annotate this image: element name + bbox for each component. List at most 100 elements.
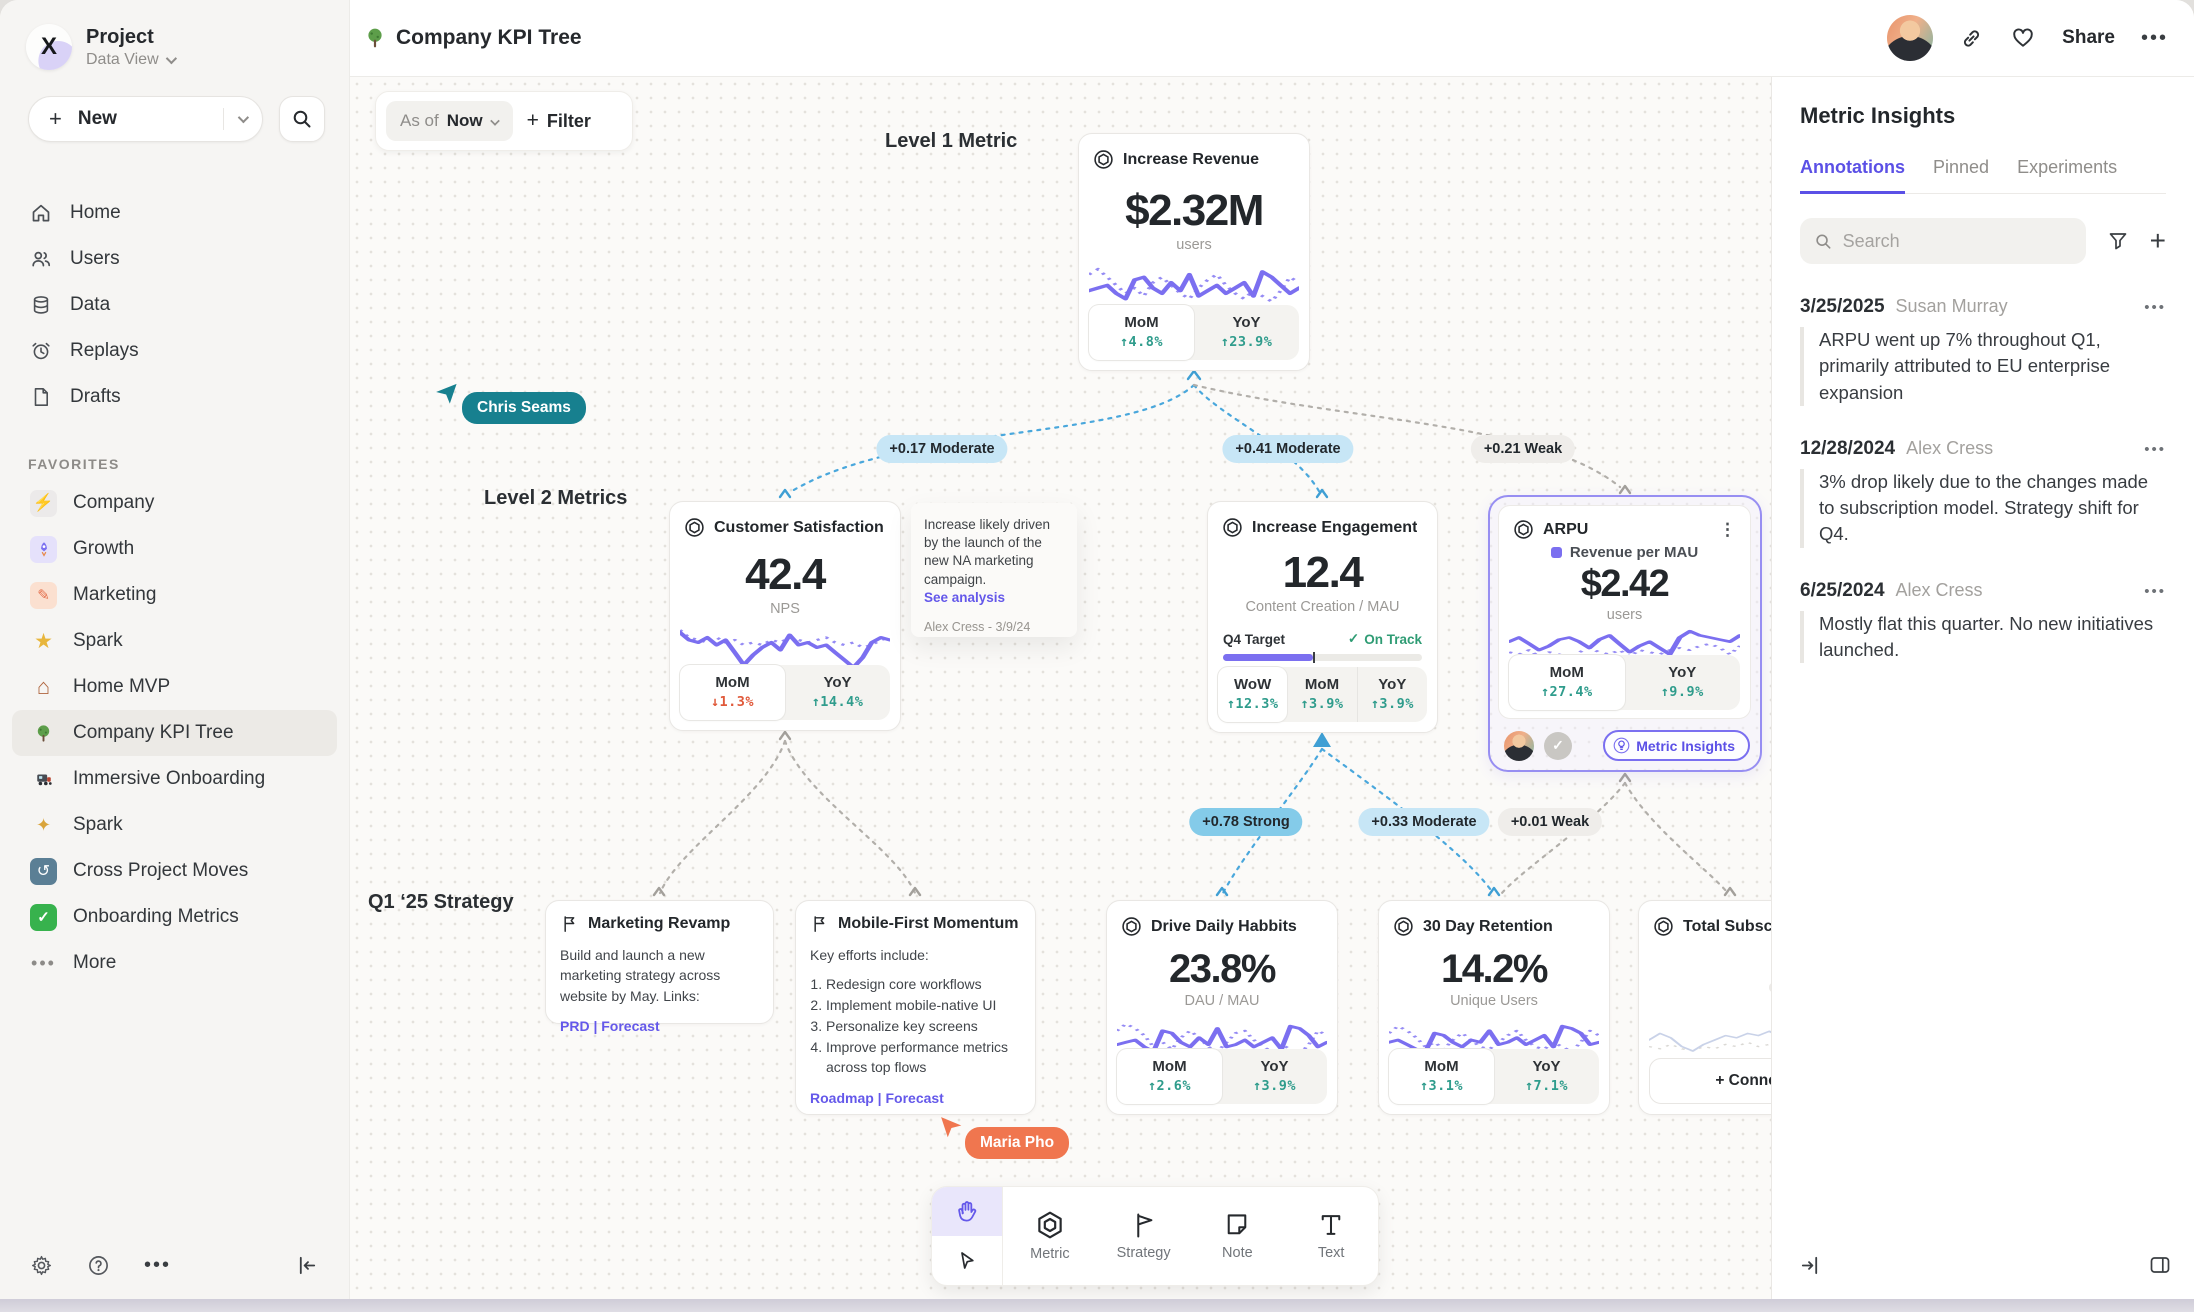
metric-card-customer-satisfaction[interactable]: Customer Satisfaction 42.4 NPS MoM↓1.3% … [669, 501, 901, 731]
annotation-item[interactable]: 12/28/2024 Alex Cress ••• 3% drop likely… [1800, 438, 2166, 548]
sidebar-item-data[interactable]: Data [12, 282, 337, 328]
canvas-annotation-note[interactable]: Increase likely driven by the launch of … [911, 503, 1077, 637]
sidebar-item-company-kpi-tree[interactable]: Company KPI Tree [12, 710, 337, 756]
collapse-sidebar-icon[interactable] [296, 1254, 319, 1277]
tab-annotations[interactable]: Annotations [1800, 157, 1905, 194]
note-icon [1223, 1211, 1251, 1239]
annotation-item[interactable]: 3/25/2025 Susan Murray ••• ARPU went up … [1800, 296, 2166, 406]
metric-insights-button[interactable]: Metric Insights [1603, 730, 1750, 761]
metric-card-drive-daily-habbits[interactable]: Drive Daily Habbits 23.8% DAU / MAU MoM↑… [1106, 900, 1338, 1115]
sidebar-item-onboarding-metrics[interactable]: ✓ Onboarding Metrics [12, 894, 337, 940]
chevron-down-icon[interactable] [238, 112, 249, 123]
metric-icon [1222, 517, 1243, 538]
search-input[interactable] [1843, 231, 2072, 252]
sidebar-item-more[interactable]: ••• More [12, 940, 337, 986]
metric-tool-button[interactable]: Metric [1003, 1187, 1097, 1285]
see-analysis-link[interactable]: See analysis [924, 590, 1064, 605]
metric-card-increase-revenue[interactable]: Increase Revenue $2.32M users MoM↑4.8% Y… [1078, 133, 1310, 371]
annotations-search[interactable] [1800, 218, 2086, 264]
annotations-list: 3/25/2025 Susan Murray ••• ARPU went up … [1800, 296, 2166, 663]
strategy-tool-button[interactable]: Strategy [1097, 1187, 1191, 1285]
add-annotation-icon[interactable]: + [2150, 227, 2166, 255]
new-button[interactable]: + New [28, 96, 263, 142]
sidebar-item-spark[interactable]: ★ Spark [12, 618, 337, 664]
metric-card-total-subscriptions[interactable]: Total Subscript + Connect [1638, 900, 1771, 1115]
text-tool-button[interactable]: Text [1284, 1187, 1378, 1285]
annotation-menu-icon[interactable]: ••• [2144, 583, 2166, 600]
stat-yoy[interactable]: YoY↑14.4% [785, 665, 890, 720]
annotation-menu-icon[interactable]: ••• [2144, 299, 2166, 316]
user-avatar[interactable] [1887, 15, 1933, 61]
sidebar-item-spark-2[interactable]: ✦ Spark [12, 802, 337, 848]
target-label: Q4 Target [1223, 632, 1285, 647]
metric-card-arpu-selected[interactable]: ARPU ⋮ Revenue per MAU $2.42 users MoM↑2… [1488, 495, 1762, 772]
tab-experiments[interactable]: Experiments [2017, 157, 2117, 193]
verified-check-icon: ✓ [1544, 732, 1572, 760]
select-tool-button[interactable] [932, 1236, 1002, 1285]
on-track-status: ✓On Track [1348, 631, 1422, 647]
tab-pinned[interactable]: Pinned [1933, 157, 1989, 193]
note-tool-button[interactable]: Note [1191, 1187, 1285, 1285]
help-icon[interactable] [87, 1254, 110, 1277]
metric-icon [1513, 519, 1534, 540]
more-options-icon[interactable]: ••• [144, 1254, 171, 1277]
sidebar-item-home[interactable]: Home [12, 190, 337, 236]
stat-mom[interactable]: MoM↑3.9% [1287, 667, 1356, 722]
roadmap-forecast-links[interactable]: Roadmap | Forecast [810, 1090, 1021, 1106]
stat-wow[interactable]: WoW↑12.3% [1218, 667, 1287, 722]
annotation-item[interactable]: 6/25/2024 Alex Cress ••• Mostly flat thi… [1800, 580, 2166, 664]
stat-mom[interactable]: MoM↑3.1% [1389, 1049, 1494, 1104]
stat-yoy[interactable]: YoY↑3.9% [1357, 667, 1427, 722]
stat-yoy[interactable]: YoY↑7.1% [1494, 1049, 1599, 1104]
sidebar-item-company[interactable]: ⚡ Company [12, 480, 337, 526]
sidebar-item-home-mvp[interactable]: ⌂ Home MVP [12, 664, 337, 710]
sidebar-item-drafts[interactable]: Drafts [12, 374, 337, 420]
metric-icon [1653, 916, 1674, 937]
edge-label-5: +0.33 Moderate [1358, 808, 1489, 836]
filter-funnel-icon[interactable] [2106, 229, 2130, 253]
connect-button[interactable]: + Connect [1649, 1058, 1771, 1104]
key-efforts-list: Redesign core workflows Implement mobile… [826, 975, 1021, 1077]
stat-mom[interactable]: MoM↑4.8% [1089, 305, 1194, 360]
flag-icon [560, 914, 579, 933]
prd-forecast-links[interactable]: PRD | Forecast [560, 1018, 759, 1034]
level1-label: Level 1 Metric [885, 130, 1017, 153]
stat-mom[interactable]: MoM↓1.3% [680, 665, 785, 720]
sidebar-item-immersive-onboarding[interactable]: Immersive Onboarding [12, 756, 337, 802]
hand-tool-button[interactable] [932, 1187, 1002, 1236]
favorite-heart-icon[interactable] [2010, 25, 2036, 51]
metric-card-30-day-retention[interactable]: 30 Day Retention 14.2% Unique Users MoM↑… [1378, 900, 1610, 1115]
kpi-tree-canvas[interactable]: As of Now + Filter Level 1 Metric Level … [350, 77, 1771, 1299]
workspace-selector[interactable]: Data View [86, 51, 174, 69]
stat-yoy[interactable]: YoY↑23.9% [1194, 305, 1299, 360]
star-icon: ★ [30, 628, 57, 655]
stat-mom[interactable]: MoM↑2.6% [1117, 1049, 1222, 1104]
sidebar-item-replays[interactable]: Replays [12, 328, 337, 374]
edge-label-2: +0.41 Moderate [1222, 435, 1353, 463]
strategy-card-marketing-revamp[interactable]: Marketing Revamp Build and launch a new … [545, 900, 774, 1024]
add-filter-button[interactable]: + Filter [527, 109, 591, 133]
stat-yoy[interactable]: YoY↑9.9% [1625, 655, 1741, 710]
annotation-menu-icon[interactable]: ••• [2144, 441, 2166, 458]
stat-yoy[interactable]: YoY↑3.9% [1222, 1049, 1327, 1104]
toggle-panel-icon[interactable] [2148, 1253, 2172, 1277]
text-icon [1317, 1211, 1345, 1239]
project-switcher[interactable]: X Project Data View [0, 0, 349, 70]
collapse-panel-icon[interactable] [1798, 1254, 1821, 1277]
sidebar-search-button[interactable] [279, 96, 325, 142]
settings-gear-icon[interactable] [30, 1254, 53, 1277]
as-of-dropdown[interactable]: As of Now [386, 101, 513, 141]
metric-card-increase-engagement[interactable]: Increase Engagement 12.4 Content Creatio… [1207, 501, 1438, 733]
sidebar-item-cross-project-moves[interactable]: ↺ Cross Project Moves [12, 848, 337, 894]
card-menu-icon[interactable]: ⋮ [1719, 521, 1736, 538]
more-menu-icon[interactable]: ••• [2141, 27, 2168, 50]
sidebar-item-users[interactable]: Users [12, 236, 337, 282]
share-button[interactable]: Share [2062, 27, 2115, 49]
stat-mom[interactable]: MoM↑27.4% [1509, 655, 1625, 710]
strategy-card-mobile-first-momentum[interactable]: Mobile-First Momentum Key efforts includ… [795, 900, 1036, 1115]
metric-value: 12.4 [1208, 548, 1437, 598]
plus-icon: + [527, 109, 539, 133]
sidebar-item-marketing[interactable]: ✎ Marketing [12, 572, 337, 618]
sidebar-item-growth[interactable]: Growth [12, 526, 337, 572]
copy-link-icon[interactable] [1959, 26, 1984, 51]
